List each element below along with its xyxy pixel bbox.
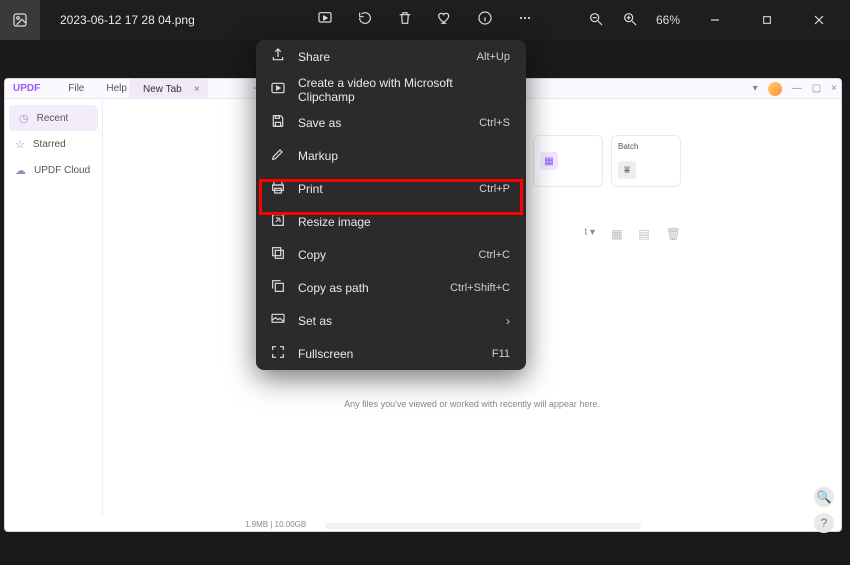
window-close[interactable]: [802, 5, 836, 35]
updf-minimize[interactable]: —: [792, 83, 802, 94]
card-action[interactable]: ▦: [533, 135, 603, 187]
updf-sidebar: ◷ Recent ☆ Starred ☁ UPDF Cloud: [5, 99, 103, 517]
delete-icon[interactable]: [397, 10, 413, 31]
card-batch[interactable]: Batch ⩸: [611, 135, 681, 187]
slideshow-icon[interactable]: [317, 10, 333, 31]
fullscreen-icon: [270, 344, 286, 363]
favorite-icon[interactable]: [437, 10, 453, 31]
storage-status: 1.9MB | 10.00GB: [245, 520, 306, 529]
ctx-copy[interactable]: Copy Ctrl+C: [256, 238, 526, 271]
recent-icon: ◷: [19, 112, 29, 125]
updf-logo: UPDF: [13, 83, 40, 94]
updf-dropdown-icon[interactable]: ▾: [753, 83, 758, 94]
updf-window-controls: ▾ — ▢ ×: [753, 82, 837, 96]
updf-maximize[interactable]: ▢: [812, 83, 821, 94]
markup-icon: [270, 146, 286, 165]
ctx-shortcut: Ctrl+P: [479, 183, 510, 195]
trash-icon[interactable]: 🗑: [666, 227, 681, 241]
ctx-resize[interactable]: Resize image: [256, 205, 526, 238]
ctx-shortcut: Ctrl+C: [479, 249, 510, 261]
path-icon: [270, 278, 286, 297]
ctx-label: Fullscreen: [298, 347, 353, 361]
sidebar-label: Recent: [37, 113, 69, 124]
ctx-label: Create a video with Microsoft Clipchamp: [298, 76, 510, 104]
ctx-label: Resize image: [298, 215, 371, 229]
card-label: Batch: [618, 142, 638, 151]
grid-view-icon[interactable]: ▦: [611, 227, 622, 241]
sidebar-label: Starred: [33, 139, 66, 150]
window-minimize[interactable]: [698, 5, 732, 35]
float-search[interactable]: 🔍: [814, 487, 834, 507]
ctx-clipchamp[interactable]: Create a video with Microsoft Clipchamp: [256, 73, 526, 106]
float-help[interactable]: ?: [814, 513, 834, 533]
resize-icon: [270, 212, 286, 231]
avatar[interactable]: [768, 82, 782, 96]
sidebar-item-starred[interactable]: ☆ Starred: [5, 131, 102, 157]
rotate-icon[interactable]: [357, 10, 373, 31]
batch-icon: ⩸: [618, 161, 636, 179]
list-view-icon[interactable]: ▤: [638, 227, 649, 241]
sidebar-label: UPDF Cloud: [34, 165, 90, 176]
ctx-shortcut: Ctrl+S: [479, 117, 510, 129]
cloud-icon: ☁: [15, 164, 26, 177]
file-name: 2023-06-12 17 28 04.png: [60, 13, 195, 27]
sidebar-item-cloud[interactable]: ☁ UPDF Cloud: [5, 157, 102, 183]
clipchamp-icon: [270, 80, 286, 99]
ctx-copy-path[interactable]: Copy as path Ctrl+Shift+C: [256, 271, 526, 304]
zoom-level[interactable]: 66%: [656, 13, 680, 27]
ctx-label: Copy: [298, 248, 326, 262]
window-restore[interactable]: [750, 5, 784, 35]
context-menu: Share Alt+Up Create a video with Microso…: [256, 40, 526, 370]
tab-new[interactable]: New Tab ×: [129, 79, 208, 99]
info-icon[interactable]: [477, 10, 493, 31]
star-icon: ☆: [15, 138, 25, 151]
menu-file[interactable]: File: [68, 83, 84, 94]
save-icon: [270, 113, 286, 132]
more-icon[interactable]: [517, 10, 533, 31]
photos-title-bar: 2023-06-12 17 28 04.png 66%: [0, 0, 850, 40]
tab-close-icon[interactable]: ×: [194, 84, 200, 95]
share-icon: [270, 47, 286, 66]
zoom-in-icon[interactable]: [622, 11, 638, 30]
print-icon: [270, 179, 286, 198]
toolbar-center: [317, 10, 533, 31]
card-icon: ▦: [540, 152, 558, 170]
ctx-label: Markup: [298, 149, 338, 163]
ctx-save-as[interactable]: Save as Ctrl+S: [256, 106, 526, 139]
ctx-print[interactable]: Print Ctrl+P: [256, 172, 526, 205]
updf-close[interactable]: ×: [831, 83, 837, 94]
ctx-label: Save as: [298, 116, 341, 130]
ctx-shortcut: Ctrl+Shift+C: [450, 282, 510, 294]
setas-icon: [270, 311, 286, 330]
updf-menu: File Help: [68, 83, 127, 94]
zoom-out-icon[interactable]: [588, 11, 604, 30]
ctx-label: Set as: [298, 314, 332, 328]
updf-statusbar: 1.9MB | 10.00GB: [5, 517, 841, 531]
ctx-markup[interactable]: Markup: [256, 139, 526, 172]
sort-dropdown[interactable]: t ▾: [584, 227, 595, 241]
ctx-shortcut: F11: [492, 348, 510, 360]
chevron-right-icon: ›: [506, 314, 510, 328]
sidebar-item-recent[interactable]: ◷ Recent: [9, 105, 98, 131]
toolbar-right: 66%: [588, 5, 850, 35]
ctx-shortcut: Alt+Up: [477, 51, 510, 63]
tab-label: New Tab: [143, 84, 182, 95]
ctx-share[interactable]: Share Alt+Up: [256, 40, 526, 73]
empty-message: Any files you've viewed or worked with r…: [344, 399, 600, 409]
ctx-label: Share: [298, 50, 330, 64]
ctx-fullscreen[interactable]: Fullscreen F11: [256, 337, 526, 370]
ctx-label: Copy as path: [298, 281, 369, 295]
ctx-label: Print: [298, 182, 323, 196]
scrollbar[interactable]: [325, 523, 641, 529]
menu-help[interactable]: Help: [106, 83, 127, 94]
copy-icon: [270, 245, 286, 264]
ctx-set-as[interactable]: Set as ›: [256, 304, 526, 337]
thumbnail-icon[interactable]: [0, 0, 40, 40]
view-tool-row: t ▾ ▦ ▤ 🗑: [584, 227, 681, 241]
